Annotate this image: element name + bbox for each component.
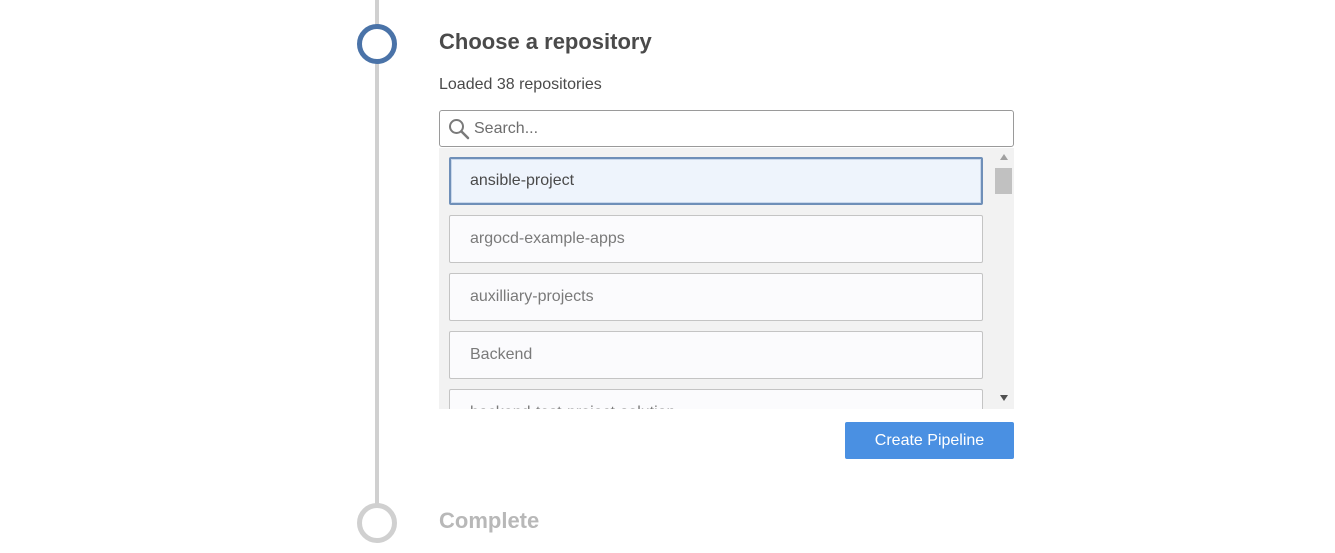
- repository-item-backend-test-project-solution[interactable]: backend-test-project-solution: [449, 389, 983, 409]
- search-input[interactable]: [474, 113, 1004, 144]
- repository-list-scrollbar[interactable]: [994, 148, 1014, 409]
- search-box[interactable]: [439, 110, 1014, 147]
- create-pipeline-button[interactable]: Create Pipeline: [845, 422, 1014, 459]
- repository-item-auxilliary-projects[interactable]: auxilliary-projects: [449, 273, 983, 321]
- timeline-rail-top: [375, 0, 379, 26]
- step-indicator-pending: [357, 503, 397, 543]
- scroll-down-arrow-icon[interactable]: [1000, 395, 1008, 401]
- search-icon: [447, 117, 471, 141]
- timeline-rail: [375, 62, 379, 506]
- repository-item-argocd-example-apps[interactable]: argocd-example-apps: [449, 215, 983, 263]
- step-indicator-active: [357, 24, 397, 64]
- scroll-up-arrow-icon[interactable]: [1000, 154, 1008, 160]
- repository-item-backend[interactable]: Backend: [449, 331, 983, 379]
- step-title-complete: Complete: [439, 508, 540, 533]
- repository-item-ansible-project[interactable]: ansible-project: [449, 157, 983, 205]
- create-pipeline-page: Choose a repository Loaded 38 repositori…: [0, 0, 1335, 553]
- repository-count-text: Loaded 38 repositories: [439, 76, 602, 93]
- scrollbar-thumb[interactable]: [995, 168, 1012, 194]
- repository-list[interactable]: ansible-project argocd-example-apps auxi…: [439, 148, 1014, 409]
- step-title-choose-repository: Choose a repository: [439, 29, 652, 54]
